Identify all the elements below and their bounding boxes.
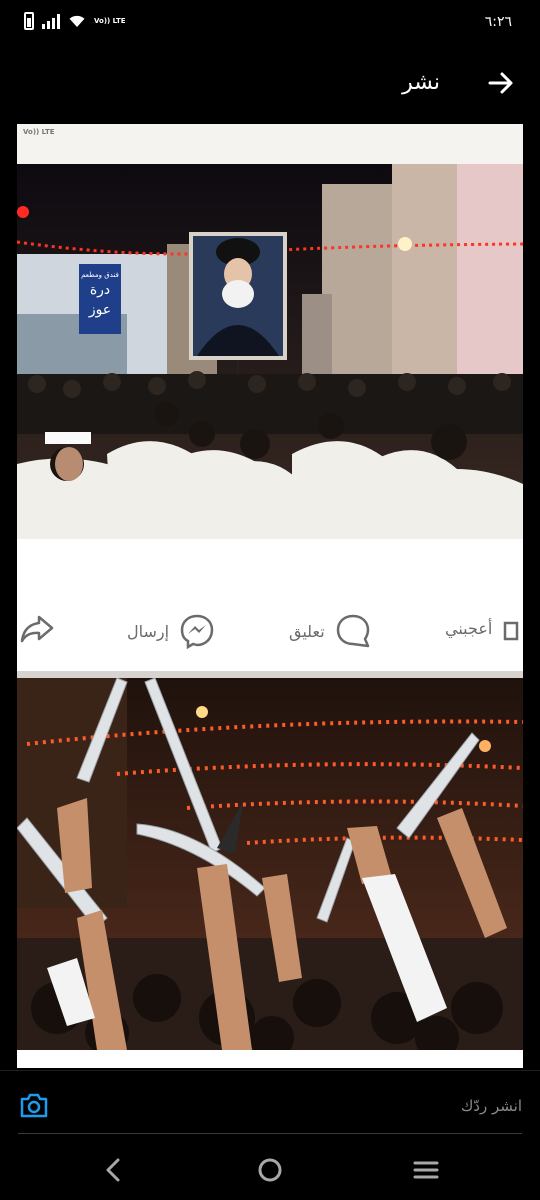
reply-bar xyxy=(0,1070,540,1138)
reply-divider xyxy=(18,1133,522,1134)
share-arrow-icon xyxy=(20,615,54,643)
messenger-icon xyxy=(180,614,214,649)
reply-input[interactable] xyxy=(122,1093,522,1119)
send-label: إرسال xyxy=(127,621,170,641)
page-title: نشر xyxy=(402,70,440,95)
send-button[interactable]: إرسال xyxy=(127,613,215,649)
comment-label: تعليق xyxy=(289,621,325,641)
screenshot-footer xyxy=(17,1050,523,1068)
wifi-icon xyxy=(69,15,85,27)
like-button[interactable]: أعجبني xyxy=(445,613,522,643)
attached-screenshot[interactable]: Vo)) LTE فندق ومطعم درة عوز إرسال تعليق … xyxy=(17,124,523,1068)
top-bar: نشر xyxy=(0,44,540,124)
system-nav-bar xyxy=(0,1140,540,1200)
arrow-right-icon[interactable] xyxy=(486,68,516,98)
signal-icon xyxy=(42,13,60,29)
comment-bubble-icon xyxy=(336,614,369,648)
battery-icon xyxy=(24,12,34,30)
procession-scene: فندق ومطعم درة عوز xyxy=(17,164,523,539)
share-button[interactable] xyxy=(19,613,55,645)
sign-line3: عوز xyxy=(88,302,111,318)
clock: ٦:٢٦ xyxy=(484,14,512,30)
home-circle-icon[interactable] xyxy=(254,1154,286,1186)
comment-button[interactable]: تعليق xyxy=(289,613,371,649)
post-photo-procession[interactable]: فندق ومطعم درة عوز xyxy=(17,164,523,539)
recents-menu-icon[interactable] xyxy=(410,1154,442,1186)
embedded-status-bar: Vo)) LTE xyxy=(17,124,523,164)
network-label: Vo)) LTE xyxy=(94,17,126,25)
swords-scene xyxy=(17,678,523,1050)
status-icons: Vo)) LTE xyxy=(24,12,126,30)
post-photo-swords[interactable] xyxy=(17,678,523,1050)
back-chevron-icon[interactable] xyxy=(98,1154,130,1186)
post-actions: إرسال تعليق أعجبني xyxy=(17,539,523,671)
sign-line1: فندق ومطعم xyxy=(81,271,119,279)
like-label: أعجبني xyxy=(445,618,493,638)
thumbs-up-icon xyxy=(504,621,519,641)
embedded-network-label: Vo)) LTE xyxy=(23,128,55,136)
status-bar: Vo)) LTE ٦:٢٦ xyxy=(0,0,540,44)
sign-line2: درة xyxy=(90,282,110,298)
image-viewer: Vo)) LTE فندق ومطعم درة عوز إرسال تعليق … xyxy=(0,124,540,1068)
camera-icon[interactable] xyxy=(18,1091,50,1119)
post-divider xyxy=(17,671,523,678)
